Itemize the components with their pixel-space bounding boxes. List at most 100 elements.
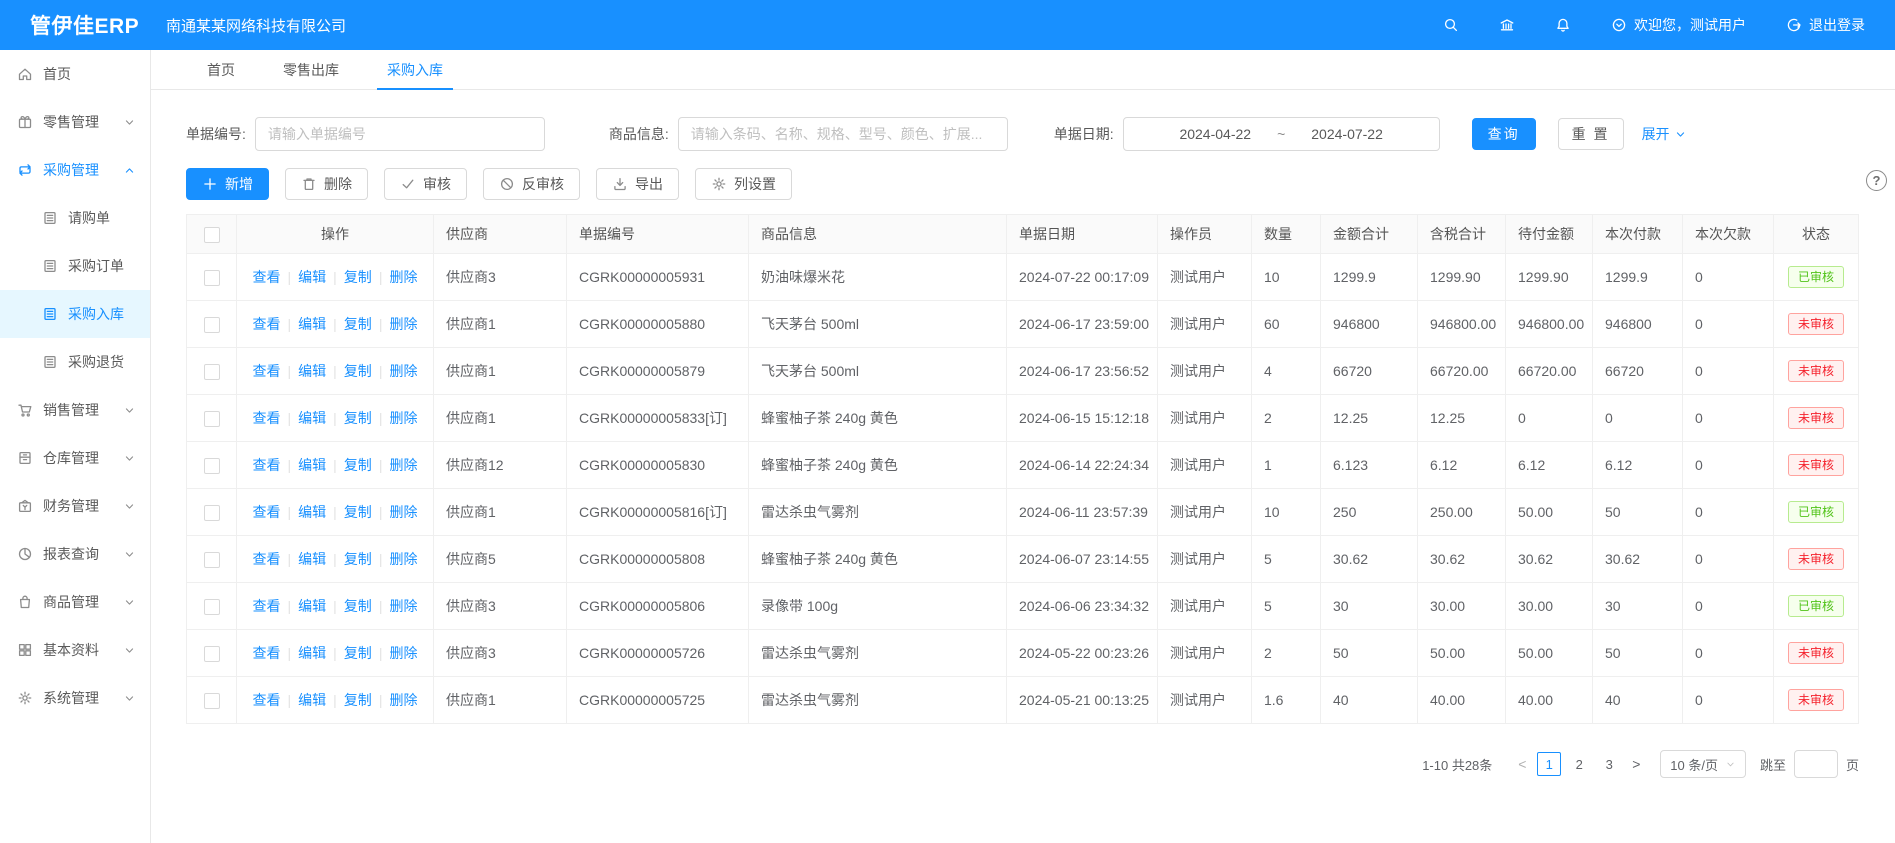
- page-number-3[interactable]: 3: [1597, 752, 1621, 776]
- tab-2[interactable]: 采购入库: [363, 50, 467, 89]
- row-action-2[interactable]: 复制: [344, 363, 372, 379]
- row-action-0[interactable]: 查看: [253, 410, 281, 426]
- delete-button[interactable]: 删除: [285, 168, 368, 200]
- row-action-1[interactable]: 编辑: [298, 692, 326, 708]
- row-action-0[interactable]: 查看: [253, 551, 281, 567]
- bell-icon[interactable]: [1555, 17, 1571, 33]
- row-action-3[interactable]: 删除: [389, 598, 417, 614]
- jump-page-input[interactable]: [1794, 750, 1838, 778]
- row-action-2[interactable]: 复制: [344, 504, 372, 520]
- page-size-select[interactable]: 10 条/页: [1660, 750, 1746, 778]
- row-action-3[interactable]: 删除: [389, 504, 417, 520]
- row-checkbox[interactable]: [204, 411, 220, 427]
- row-action-3[interactable]: 删除: [389, 363, 417, 379]
- export-button[interactable]: 导出: [596, 168, 679, 200]
- sidebar-item-0[interactable]: 首页: [0, 50, 150, 98]
- row-action-3[interactable]: 删除: [389, 457, 417, 473]
- row-checkbox[interactable]: [204, 364, 220, 380]
- help-icon[interactable]: ?: [1866, 170, 1887, 191]
- row-checkbox[interactable]: [204, 458, 220, 474]
- date-range-picker[interactable]: 2024-04-22 ~ 2024-07-22: [1123, 117, 1440, 151]
- row-action-2[interactable]: 复制: [344, 457, 372, 473]
- order-no-input[interactable]: [255, 117, 545, 151]
- row-action-1[interactable]: 编辑: [298, 598, 326, 614]
- row-checkbox[interactable]: [204, 270, 220, 286]
- row-action-1[interactable]: 编辑: [298, 645, 326, 661]
- row-checkbox[interactable]: [204, 552, 220, 568]
- row-checkbox[interactable]: [204, 599, 220, 615]
- row-action-2[interactable]: 复制: [344, 316, 372, 332]
- row-action-1[interactable]: 编辑: [298, 410, 326, 426]
- sidebar-item-2[interactable]: 采购管理: [0, 146, 150, 194]
- row-checkbox[interactable]: [204, 505, 220, 521]
- column-settings-button[interactable]: 列设置: [695, 168, 792, 200]
- sidebar-item-10[interactable]: 报表查询: [0, 530, 150, 578]
- row-action-2[interactable]: 复制: [344, 692, 372, 708]
- sidebar-item-4[interactable]: 采购订单: [0, 242, 150, 290]
- row-action-1[interactable]: 编辑: [298, 363, 326, 379]
- tab-0[interactable]: 首页: [183, 50, 259, 89]
- retail-icon: [17, 114, 33, 130]
- row-action-1[interactable]: 编辑: [298, 269, 326, 285]
- row-action-1[interactable]: 编辑: [298, 316, 326, 332]
- bank-icon[interactable]: [1499, 17, 1515, 33]
- sidebar-item-5[interactable]: 采购入库: [0, 290, 150, 338]
- sidebar-item-7[interactable]: 销售管理: [0, 386, 150, 434]
- row-action-0[interactable]: 查看: [253, 692, 281, 708]
- logout-button[interactable]: 退出登录: [1786, 15, 1865, 35]
- row-action-3[interactable]: 删除: [389, 269, 417, 285]
- row-action-0[interactable]: 查看: [253, 645, 281, 661]
- sidebar-item-1[interactable]: 零售管理: [0, 98, 150, 146]
- expand-link[interactable]: 展开: [1642, 124, 1687, 144]
- row-action-0[interactable]: 查看: [253, 457, 281, 473]
- link-separator: |: [379, 316, 383, 332]
- row-action-3[interactable]: 删除: [389, 410, 417, 426]
- sidebar-item-3[interactable]: 请购单: [0, 194, 150, 242]
- row-action-1[interactable]: 编辑: [298, 457, 326, 473]
- row-checkbox[interactable]: [204, 646, 220, 662]
- user-menu[interactable]: 欢迎您，测试用户: [1611, 15, 1746, 35]
- page-number-2[interactable]: 2: [1567, 752, 1591, 776]
- reset-button[interactable]: 重 置: [1558, 118, 1624, 150]
- row-action-2[interactable]: 复制: [344, 551, 372, 567]
- date-to[interactable]: 2024-07-22: [1311, 126, 1383, 142]
- report-icon: [17, 546, 33, 562]
- sidebar-item-6[interactable]: 采购退货: [0, 338, 150, 386]
- search-button[interactable]: 查询: [1472, 118, 1536, 150]
- row-action-1[interactable]: 编辑: [298, 551, 326, 567]
- row-action-2[interactable]: 复制: [344, 269, 372, 285]
- row-checkbox[interactable]: [204, 693, 220, 709]
- next-page-button[interactable]: >: [1624, 752, 1648, 776]
- row-action-1[interactable]: 编辑: [298, 504, 326, 520]
- row-action-3[interactable]: 删除: [389, 316, 417, 332]
- row-action-0[interactable]: 查看: [253, 598, 281, 614]
- sidebar-item-9[interactable]: 财务管理: [0, 482, 150, 530]
- row-action-2[interactable]: 复制: [344, 645, 372, 661]
- audit-button[interactable]: 审核: [384, 168, 467, 200]
- cell-amount: 66720: [1321, 348, 1418, 395]
- add-button[interactable]: 新增: [186, 168, 269, 200]
- select-all-checkbox[interactable]: [204, 227, 220, 243]
- sidebar-item-12[interactable]: 基本资料: [0, 626, 150, 674]
- row-action-3[interactable]: 删除: [389, 551, 417, 567]
- search-icon[interactable]: [1443, 17, 1459, 33]
- sidebar-item-13[interactable]: 系统管理: [0, 674, 150, 722]
- unaudit-button[interactable]: 反审核: [483, 168, 580, 200]
- sidebar-item-8[interactable]: 仓库管理: [0, 434, 150, 482]
- page-number-1[interactable]: 1: [1537, 752, 1561, 776]
- product-info-input[interactable]: [678, 117, 1008, 151]
- row-action-0[interactable]: 查看: [253, 363, 281, 379]
- prev-page-button[interactable]: <: [1510, 752, 1534, 776]
- sidebar-item-11[interactable]: 商品管理: [0, 578, 150, 626]
- tab-1[interactable]: 零售出库: [259, 50, 363, 89]
- status-badge: 未审核: [1788, 407, 1844, 429]
- row-action-0[interactable]: 查看: [253, 269, 281, 285]
- row-action-0[interactable]: 查看: [253, 316, 281, 332]
- row-action-3[interactable]: 删除: [389, 692, 417, 708]
- row-checkbox[interactable]: [204, 317, 220, 333]
- row-action-3[interactable]: 删除: [389, 645, 417, 661]
- row-action-0[interactable]: 查看: [253, 504, 281, 520]
- row-action-2[interactable]: 复制: [344, 410, 372, 426]
- date-from[interactable]: 2024-04-22: [1179, 126, 1251, 142]
- row-action-2[interactable]: 复制: [344, 598, 372, 614]
